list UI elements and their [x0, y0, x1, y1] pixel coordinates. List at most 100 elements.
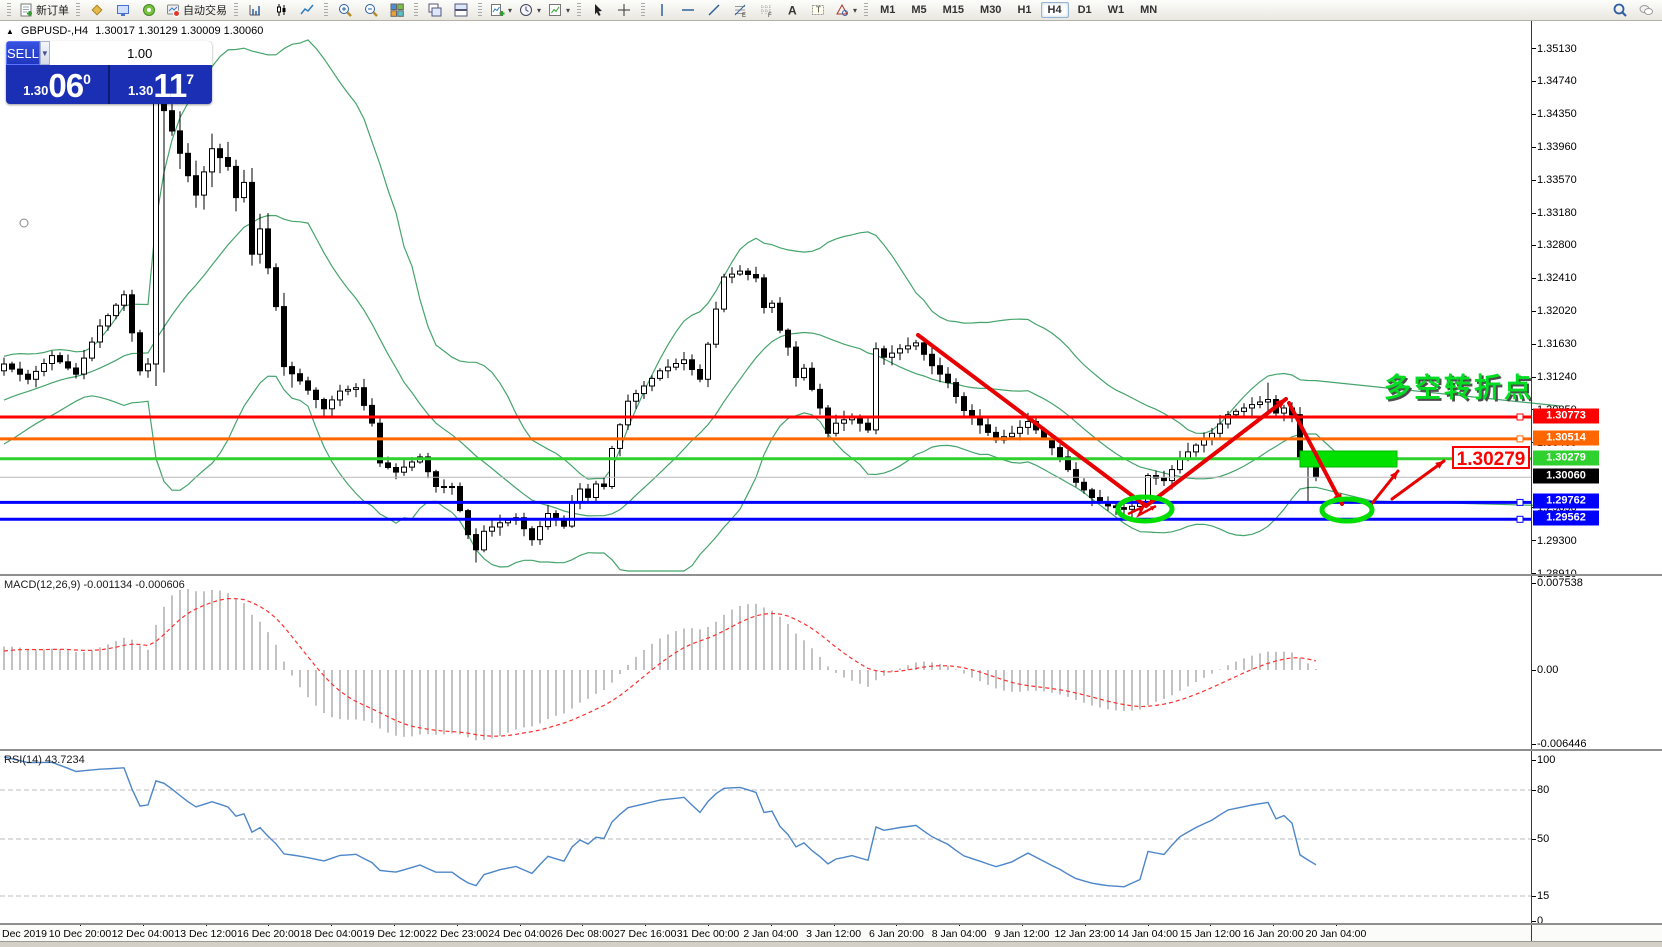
toolbar-button-indicators[interactable]: ▾	[486, 0, 515, 20]
volume-decrease-button[interactable]: ▼	[40, 41, 50, 65]
diamond-icon	[89, 2, 105, 18]
toolbar-button-search[interactable]	[1607, 0, 1633, 20]
collapse-arrow-icon[interactable]: ▲	[6, 25, 14, 38]
hline-handle[interactable]	[1517, 516, 1523, 522]
main-chart-canvas[interactable]	[0, 21, 1662, 574]
chevron-down-icon[interactable]: ▾	[537, 6, 541, 15]
price-axis-label: 1.31240	[1537, 371, 1577, 383]
volume-input[interactable]	[50, 41, 212, 65]
red-trend-line[interactable]	[918, 335, 1146, 506]
macd-axis-label: 0.007538	[1537, 577, 1583, 589]
red-zigzag-arrow[interactable]	[1392, 461, 1444, 499]
tiles-icon	[389, 2, 405, 18]
timeframe-button-h1[interactable]: H1	[1010, 2, 1038, 18]
price-axis-label: 1.35130	[1537, 43, 1577, 55]
toolbar-button-vertical-line[interactable]	[649, 0, 675, 20]
timeframe-button-m30[interactable]: M30	[973, 2, 1008, 18]
labelt-icon: T	[810, 2, 826, 18]
toolbar-button-shapes[interactable]: ▾	[831, 0, 860, 20]
bars-icon	[247, 2, 263, 18]
vline-icon	[654, 2, 670, 18]
ask-big-figure: 11	[153, 71, 186, 101]
rsi-panel-canvas[interactable]	[0, 751, 1662, 923]
timeframe-button-m1[interactable]: M1	[873, 2, 902, 18]
toolbar-button-line-chart[interactable]	[294, 0, 320, 20]
chevron-down-icon[interactable]: ▾	[853, 6, 857, 15]
cursor-icon	[590, 2, 606, 18]
timeframe-button-m5[interactable]: M5	[904, 2, 933, 18]
toolbar-button-bar-chart[interactable]	[242, 0, 268, 20]
svg-text:E: E	[742, 13, 746, 18]
toolbar-grip	[414, 3, 418, 17]
toolbar-button-tile-windows[interactable]	[384, 0, 410, 20]
ask-prefix: 1.30	[128, 83, 153, 98]
indicators-icon	[489, 2, 505, 18]
bid-price[interactable]: 1.30 06 0	[6, 65, 110, 104]
price-axis-label: 1.33960	[1537, 141, 1577, 153]
toolbar-button-fibonacci[interactable]: E	[727, 0, 753, 20]
toolbar-button-crosshair[interactable]	[611, 0, 637, 20]
chevron-down-icon[interactable]: ▾	[566, 6, 570, 15]
toolbar-button-market-watch[interactable]	[110, 0, 136, 20]
time-axis-label: 9 Jan 12:00	[995, 928, 1050, 940]
hline-handle[interactable]	[1517, 436, 1523, 442]
hline-handle[interactable]	[1517, 414, 1523, 420]
toolbar-button-label-tool[interactable]: T	[805, 0, 831, 20]
price-axis-label: 1.29300	[1537, 535, 1577, 547]
toolbar-button-zoom-out[interactable]	[358, 0, 384, 20]
macd-histogram	[4, 589, 1316, 740]
toolbar-button-arrange-charts[interactable]	[422, 0, 448, 20]
toolbar-button-zoom-in[interactable]	[332, 0, 358, 20]
timeframe-button-h4[interactable]: H4	[1041, 2, 1069, 18]
toolbar-button-signals[interactable]	[136, 0, 162, 20]
macd-rsi-separator[interactable]	[0, 749, 1662, 751]
macd-panel-canvas[interactable]	[0, 576, 1662, 749]
template-icon	[547, 2, 563, 18]
toolbar-button-charts-profile[interactable]	[84, 0, 110, 20]
main-macd-separator[interactable]	[0, 574, 1662, 576]
timeframe-button-m15[interactable]: M15	[936, 2, 971, 18]
chart-annotations[interactable]	[20, 219, 1444, 521]
timeframe-button-d1[interactable]: D1	[1071, 2, 1099, 18]
toolbar-grip	[577, 3, 581, 17]
ask-price[interactable]: 1.30 11 7	[110, 65, 212, 104]
one-click-trading-panel: SELL ▼ ▲ BUY 1.30 06 0 1.30 11 7	[6, 41, 212, 104]
bollinger-upper-band	[4, 40, 1560, 479]
time-axis-label: 14 Jan 04:00	[1117, 928, 1178, 940]
trend-icon	[706, 2, 722, 18]
toolbar-button-candle-chart[interactable]	[268, 0, 294, 20]
window-bottom-edge	[0, 941, 1662, 947]
chevron-down-icon[interactable]: ▾	[508, 6, 512, 15]
toolbar-button-chat[interactable]	[1633, 0, 1659, 20]
fibo-icon: E	[732, 2, 748, 18]
toolbar-button-trendline[interactable]	[701, 0, 727, 20]
level-price-label: 1.30514	[1533, 430, 1599, 445]
toolbar-button-track-chart[interactable]	[448, 0, 474, 20]
price-axis-border	[1531, 21, 1532, 941]
ohlc-values: 1.30017 1.30129 1.30009 1.30060	[95, 25, 263, 38]
time-axis[interactable]: Dec 201910 Dec 20:0012 Dec 04:0013 Dec 1…	[0, 925, 1662, 941]
toolbar-button-autotrading[interactable]: 自动交易	[162, 0, 230, 20]
toolbar-grip	[324, 3, 328, 17]
toolbar-button-cursor[interactable]	[585, 0, 611, 20]
object-marker-circle[interactable]	[20, 219, 28, 227]
time-axis-label: 3 Jan 12:00	[806, 928, 861, 940]
toolbar-button-new-order[interactable]: 新订单	[15, 0, 72, 20]
zoomout-icon	[363, 2, 379, 18]
timeframe-button-mn[interactable]: MN	[1133, 2, 1164, 18]
hline-handle[interactable]	[1517, 499, 1523, 505]
timeframe-button-w1[interactable]: W1	[1101, 2, 1132, 18]
turning-point-annotation[interactable]: 多空转折点	[1384, 366, 1534, 405]
toolbar-button-horizontal-line[interactable]	[675, 0, 701, 20]
price-axis-label: 1.33570	[1537, 174, 1577, 186]
zoomin-icon	[337, 2, 353, 18]
bid-prefix: 1.30	[23, 83, 48, 98]
price-callout-box[interactable]: 1.30279	[1452, 446, 1530, 469]
toolbar-button-grid-tool[interactable]: F	[753, 0, 779, 20]
rsi-axis-label: 100	[1537, 754, 1555, 766]
toolbar-button-periods[interactable]: ▾	[515, 0, 544, 20]
toolbar-button-templates[interactable]: ▾	[544, 0, 573, 20]
toolbar-button-text-tool[interactable]: A	[779, 0, 805, 20]
sell-button[interactable]: SELL	[6, 41, 40, 65]
search-icon	[1612, 2, 1628, 18]
